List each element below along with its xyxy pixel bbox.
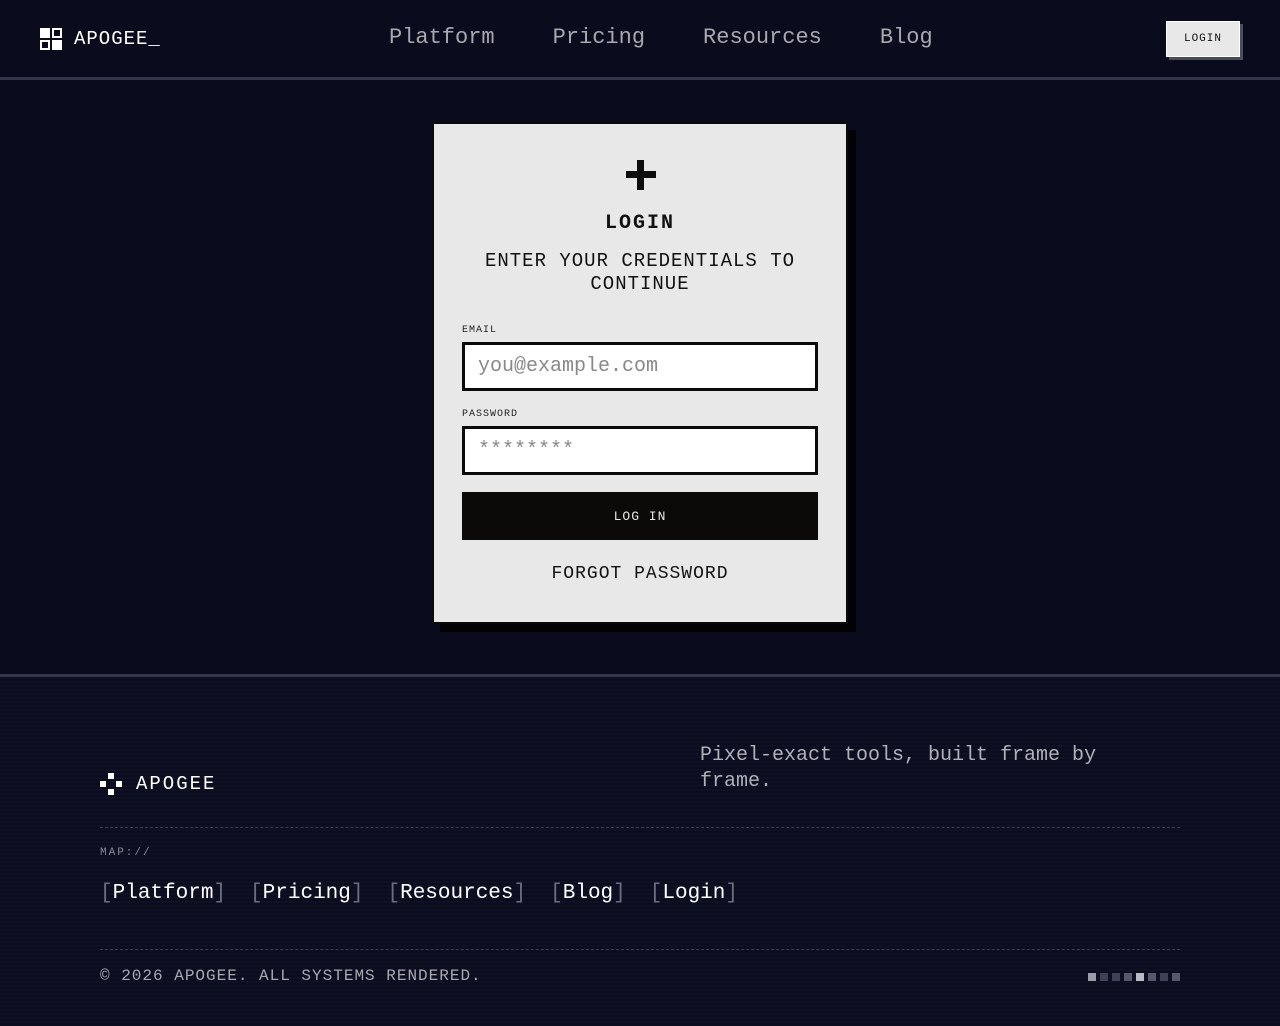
footer-map-label: MAP:// <box>100 847 152 859</box>
email-field[interactable] <box>462 342 818 391</box>
header-login-button[interactable]: LOGIN <box>1166 21 1240 57</box>
main-nav: Platform Pricing Resources Blog <box>389 25 933 50</box>
copyright-text: © 2026 APOGEE. ALL SYSTEMS RENDERED. <box>100 967 482 985</box>
plus-icon <box>626 160 656 190</box>
footer-links: [Platform] [Pricing] [Resources] [Blog] … <box>100 882 762 905</box>
card-title: LOGIN <box>604 212 675 235</box>
nav-pricing[interactable]: Pricing <box>553 25 645 50</box>
nav-platform[interactable]: Platform <box>389 25 495 50</box>
footer-link-resources[interactable]: [Resources] <box>387 882 526 905</box>
footer-link-blog[interactable]: [Blog] <box>550 882 626 905</box>
footer-divider <box>100 827 1180 828</box>
footer-brand: APOGEE <box>100 773 216 795</box>
grid-logo-icon <box>40 28 62 50</box>
email-label: EMAIL <box>462 325 498 336</box>
card-subtitle: ENTER YOUR CREDENTIALS TO CONTINUE <box>484 250 796 295</box>
footer-tagline: Pixel-exact tools, built frame by frame. <box>700 744 1097 793</box>
footer-link-pricing[interactable]: [Pricing] <box>250 882 363 905</box>
forgot-password-link[interactable]: FORGOT PASSWORD <box>434 564 846 584</box>
footer-link-platform[interactable]: [Platform] <box>100 882 226 905</box>
login-card: LOGIN ENTER YOUR CREDENTIALS TO CONTINUE… <box>432 122 848 624</box>
brand-logo[interactable]: APOGEE_ <box>40 28 161 50</box>
site-header: APOGEE_ Platform Pricing Resources Blog … <box>0 0 1280 80</box>
login-submit-button[interactable]: LOG IN <box>462 492 818 540</box>
footer-divider <box>100 949 1180 950</box>
pixel-cross-icon <box>100 773 122 795</box>
password-label: PASSWORD <box>462 409 519 420</box>
password-field[interactable] <box>462 426 818 475</box>
footer-brand-name: APOGEE <box>136 773 217 795</box>
nav-blog[interactable]: Blog <box>880 25 933 50</box>
brand-name: APOGEE_ <box>74 28 161 50</box>
pixel-dots-decoration <box>1088 973 1180 981</box>
site-footer: APOGEE Pixel-exact tools, built frame by… <box>0 674 1280 1026</box>
nav-resources[interactable]: Resources <box>703 25 822 50</box>
footer-link-login[interactable]: [Login] <box>650 882 738 905</box>
